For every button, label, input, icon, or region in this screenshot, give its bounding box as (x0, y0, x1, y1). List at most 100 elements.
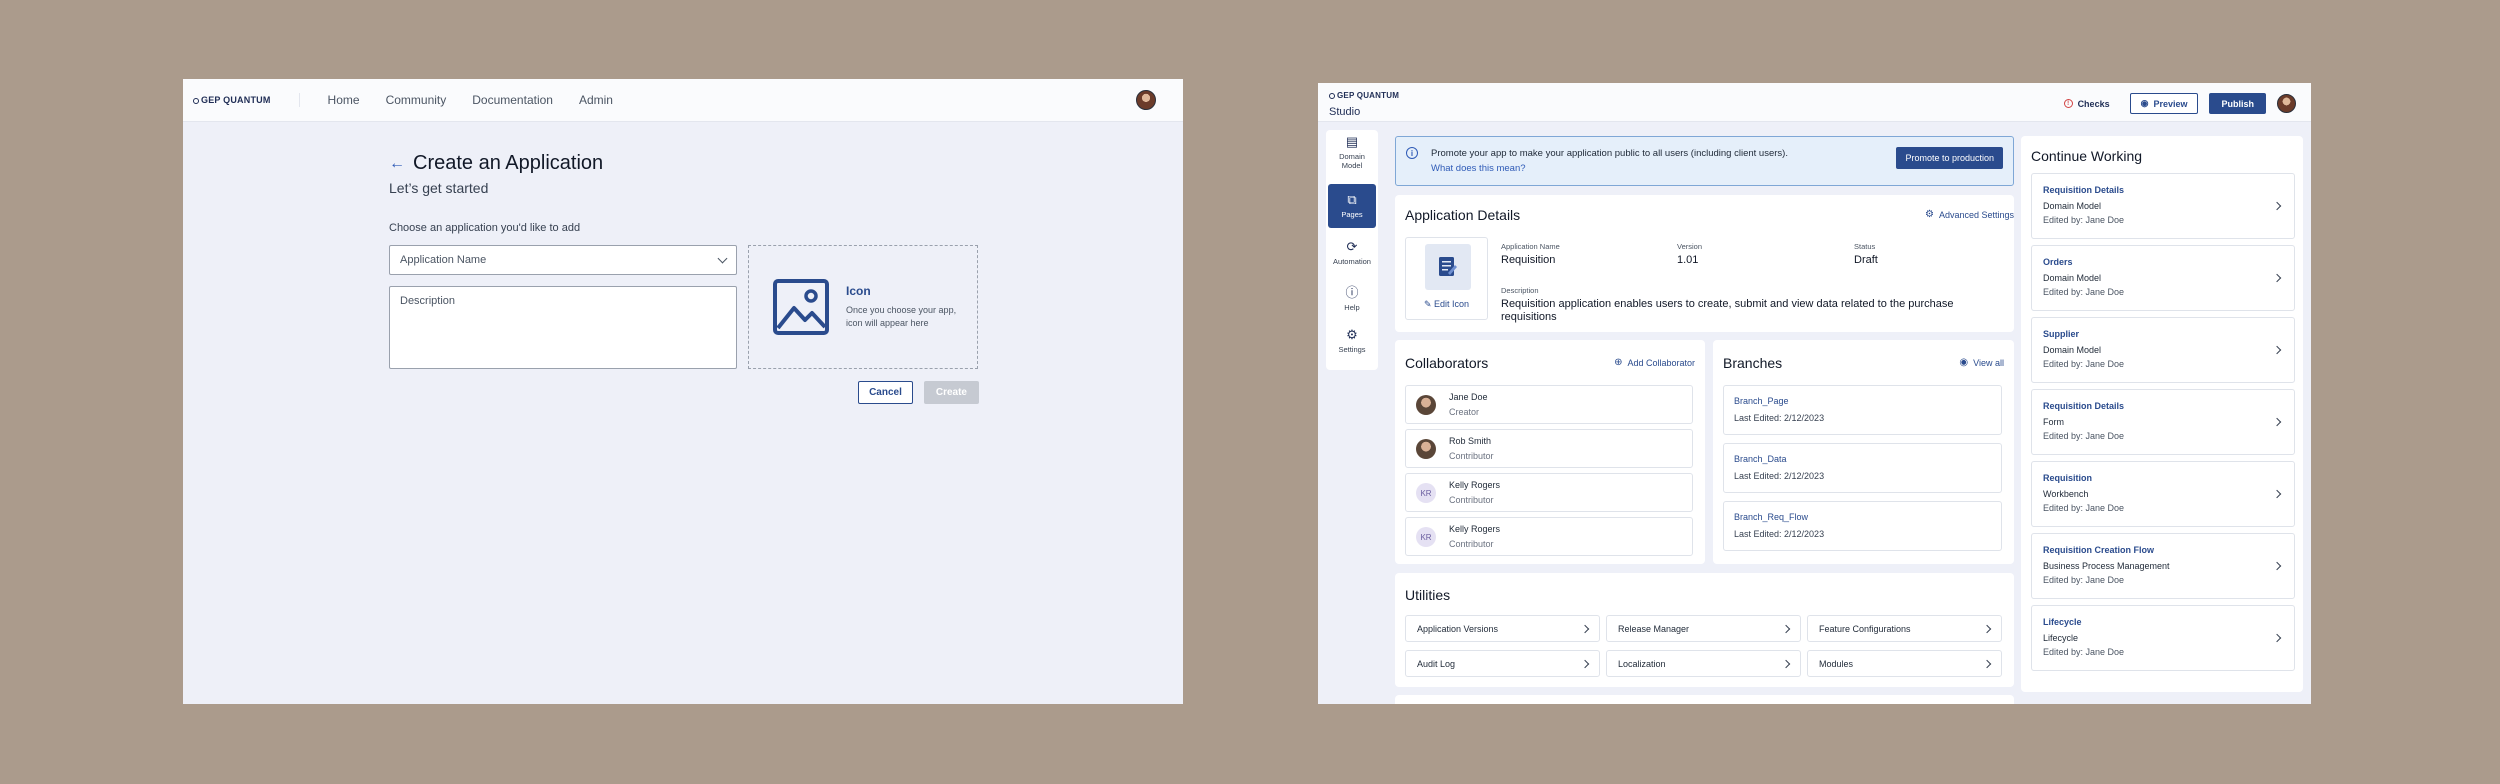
section-title: Continue Working (2031, 148, 2143, 164)
branch-name: Branch_Data (1734, 454, 1787, 464)
avatar (1416, 439, 1436, 459)
chevron-right-icon (2272, 561, 2282, 571)
image-placeholder-icon (773, 279, 829, 335)
branch-edited: Last Edited: 2/12/2023 (1734, 529, 1825, 539)
banner-link[interactable]: What does this mean? (1431, 163, 1526, 174)
help-icon: ⓘ (1345, 285, 1359, 300)
page-subtitle: Let’s get started (389, 180, 489, 196)
branch-edited: Last Edited: 2/12/2023 (1734, 413, 1825, 423)
publish-button[interactable]: Publish (2209, 93, 2266, 114)
rail-item-pages[interactable]: ⧉ Pages (1328, 184, 1376, 228)
collaborator-row[interactable]: Jane Doe Creator (1405, 385, 1693, 424)
nav-home[interactable]: Home (328, 93, 360, 107)
rail-item-help[interactable]: ⓘ Help (1328, 285, 1376, 313)
chevron-right-icon (1781, 659, 1791, 668)
continue-card[interactable]: Requisition Workbench Edited by: Jane Do… (2031, 461, 2295, 527)
continue-card[interactable]: Requisition Details Form Edited by: Jane… (2031, 389, 2295, 455)
avatar: KR (1416, 527, 1436, 547)
choose-label: Choose an application you'd like to add (389, 222, 581, 234)
continue-card[interactable]: Orders Domain Model Edited by: Jane Doe (2031, 245, 2295, 311)
description-textarea[interactable]: Description (389, 286, 737, 369)
collaborator-row[interactable]: KR Kelly Rogers Contributor (1405, 473, 1693, 512)
checks-button[interactable]: ! Checks (2063, 99, 2110, 109)
chevron-down-icon (717, 253, 728, 263)
gear-icon: ⚙ (1924, 209, 1934, 220)
rail-item-domain-model[interactable]: ▤ Domain Model (1328, 135, 1376, 171)
nav-documentation[interactable]: Documentation (472, 93, 553, 107)
user-avatar[interactable] (2277, 94, 2296, 113)
continue-card[interactable]: Requisition Details Domain Model Edited … (2031, 173, 2295, 239)
advanced-settings-link[interactable]: ⚙ Advanced Settings (1925, 209, 2014, 220)
view-all-link[interactable]: ◉ View all (1959, 357, 2004, 368)
card-type: Domain Model (2043, 345, 2102, 355)
gep-quantum-logo[interactable]: GEP QUANTUM (193, 95, 271, 105)
card-title: Requisition Details (2043, 185, 2125, 195)
field-value: Requisition (1501, 254, 1556, 266)
collaborator-role: Contributor (1449, 495, 1494, 505)
utility-release-manager[interactable]: Release Manager (1606, 615, 1801, 642)
chevron-right-icon (2272, 201, 2282, 211)
rail-item-automation[interactable]: ⟳ Automation (1328, 240, 1376, 267)
chevron-right-icon (2272, 417, 2282, 427)
app-icon-thumbnail (1425, 244, 1471, 290)
avatar (1416, 395, 1436, 415)
branch-name: Branch_Req_Flow (1734, 512, 1809, 522)
nav-admin[interactable]: Admin (579, 93, 613, 107)
utility-feature-configurations[interactable]: Feature Configurations (1807, 615, 2002, 642)
cancel-button[interactable]: Cancel (858, 381, 913, 404)
field-label: Version (1677, 242, 1703, 251)
chevron-right-icon (2272, 489, 2282, 499)
collaborators-panel: Collaborators ⊕ Add Collaborator Jane Do… (1395, 340, 1705, 564)
application-name-select[interactable]: Application Name (389, 245, 737, 275)
add-collaborator-button[interactable]: ⊕ Add Collaborator (1614, 357, 1695, 368)
card-type: Form (2043, 417, 2064, 427)
chevron-right-icon (2272, 273, 2282, 283)
eye-icon: ◉ (1959, 357, 1969, 368)
card-type: Domain Model (2043, 273, 2102, 283)
utility-label: Application Versions (1417, 623, 1499, 634)
utility-localization[interactable]: Localization (1606, 650, 1801, 677)
chevron-right-icon (1781, 624, 1791, 633)
create-button[interactable]: Create (923, 381, 979, 404)
card-edited: Edited by: Jane Doe (2043, 215, 2125, 225)
utility-audit-log[interactable]: Audit Log (1405, 650, 1600, 677)
card-title: Requisition (2043, 473, 2092, 483)
continue-card[interactable]: Lifecycle Lifecycle Edited by: Jane Doe (2031, 605, 2295, 671)
section-title: Branches (1723, 355, 1783, 371)
gep-quantum-logo[interactable]: GEP QUANTUM (1329, 91, 1399, 100)
icon-upload-area[interactable]: Icon Once you choose your app, icon will… (748, 245, 978, 369)
info-icon: i (1406, 147, 1418, 159)
branch-row[interactable]: Branch_Data Last Edited: 2/12/2023 (1723, 443, 2002, 493)
app-icon-card: ✎ Edit Icon (1405, 237, 1488, 320)
collaborator-row[interactable]: Rob Smith Contributor (1405, 429, 1693, 468)
collaborator-row[interactable]: KR Kelly Rogers Contributor (1405, 517, 1693, 556)
continue-card[interactable]: Supplier Domain Model Edited by: Jane Do… (2031, 317, 2295, 383)
card-edited: Edited by: Jane Doe (2043, 431, 2125, 441)
back-arrow-icon[interactable]: ← (389, 155, 405, 173)
nav-community[interactable]: Community (386, 93, 447, 107)
chevron-right-icon (1580, 624, 1590, 633)
promote-to-production-button[interactable]: Promote to production (1896, 147, 2003, 169)
nav-links: Home Community Documentation Admin (298, 93, 613, 107)
version-field: Version 1.01 (1677, 242, 1702, 267)
field-value: Draft (1854, 254, 1878, 266)
collaborator-name: Jane Doe (1449, 392, 1488, 402)
preview-button[interactable]: ◉ Preview (2129, 93, 2199, 114)
add-collaborator-label: Add Collaborator (1627, 357, 1695, 368)
edit-icon-button[interactable]: ✎ Edit Icon (1406, 299, 1487, 310)
avatar: KR (1416, 483, 1436, 503)
status-field: Status Draft (1854, 242, 1878, 267)
user-avatar[interactable] (1136, 90, 1156, 110)
branch-row[interactable]: Branch_Req_Flow Last Edited: 2/12/2023 (1723, 501, 2002, 551)
card-title: Orders (2043, 257, 2073, 267)
utility-application-versions[interactable]: Application Versions (1405, 615, 1600, 642)
continue-card[interactable]: Requisition Creation Flow Business Proce… (2031, 533, 2295, 599)
chevron-right-icon (1982, 624, 1992, 633)
side-rail: ▤ Domain Model ⧉ Pages ⟳ Automation ⓘ He… (1326, 130, 1378, 370)
rail-item-settings[interactable]: ⚙ Settings (1328, 328, 1376, 355)
utility-modules[interactable]: Modules (1807, 650, 2002, 677)
card-title: Supplier (2043, 329, 2080, 339)
rail-item-label: Domain Model (1339, 152, 1365, 170)
branch-row[interactable]: Branch_Page Last Edited: 2/12/2023 (1723, 385, 2002, 435)
edit-icon-label: Edit Icon (1434, 299, 1470, 309)
